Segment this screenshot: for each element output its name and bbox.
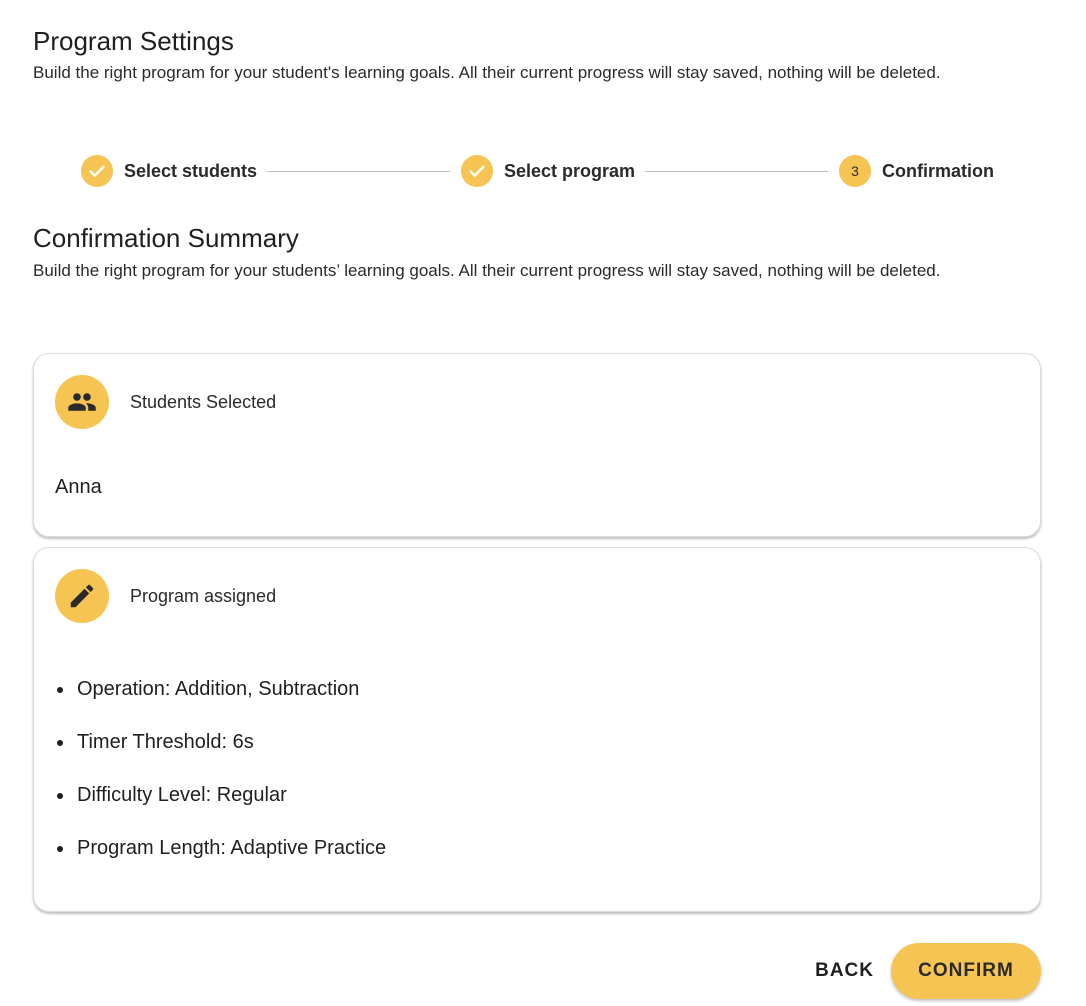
step-select-program[interactable]: Select program xyxy=(461,155,635,187)
list-item: Program Length: Adaptive Practice xyxy=(55,835,386,861)
step-select-students[interactable]: Select students xyxy=(81,155,257,187)
step-label: Confirmation xyxy=(882,160,994,181)
card-title: Program assigned xyxy=(130,586,277,606)
page-title: Program Settings xyxy=(33,26,234,56)
program-assigned-card: Program assigned Operation: Addition, Su… xyxy=(33,547,1041,912)
card-title: Students Selected xyxy=(130,392,277,412)
list-item: Difficulty Level: Regular xyxy=(55,782,386,808)
list-item: Timer Threshold: 6s xyxy=(55,729,386,755)
card-avatar xyxy=(55,375,109,429)
student-name: Anna xyxy=(55,476,102,498)
step-connector xyxy=(267,171,450,172)
step-complete-indicator xyxy=(461,155,493,187)
step-number: 3 xyxy=(851,163,859,179)
back-button[interactable]: BACK xyxy=(803,943,886,999)
card-avatar xyxy=(55,569,109,623)
step-label: Select program xyxy=(504,160,636,181)
step-complete-indicator xyxy=(81,155,113,187)
check-icon xyxy=(89,165,105,177)
list-item: Operation: Addition, Subtraction xyxy=(55,676,386,702)
pencil-icon xyxy=(70,584,94,608)
confirm-button[interactable]: CONFIRM xyxy=(891,943,1041,999)
stepper: Select students Select program 3 Confirm… xyxy=(33,152,1041,190)
group-icon xyxy=(68,393,96,411)
step-label: Select students xyxy=(124,160,258,181)
check-icon xyxy=(469,165,485,177)
step-confirmation[interactable]: 3 Confirmation xyxy=(839,155,994,187)
section-description: Build the right program for your student… xyxy=(33,261,941,280)
program-details-list: Operation: Addition, Subtraction Timer T… xyxy=(55,676,386,888)
step-connector xyxy=(645,171,828,172)
page-description: Build the right program for your student… xyxy=(33,63,941,82)
step-number-indicator: 3 xyxy=(839,155,871,187)
section-title: Confirmation Summary xyxy=(33,223,299,253)
action-bar: BACK CONFIRM xyxy=(33,943,1041,999)
students-selected-card: Students Selected Anna xyxy=(33,353,1041,537)
